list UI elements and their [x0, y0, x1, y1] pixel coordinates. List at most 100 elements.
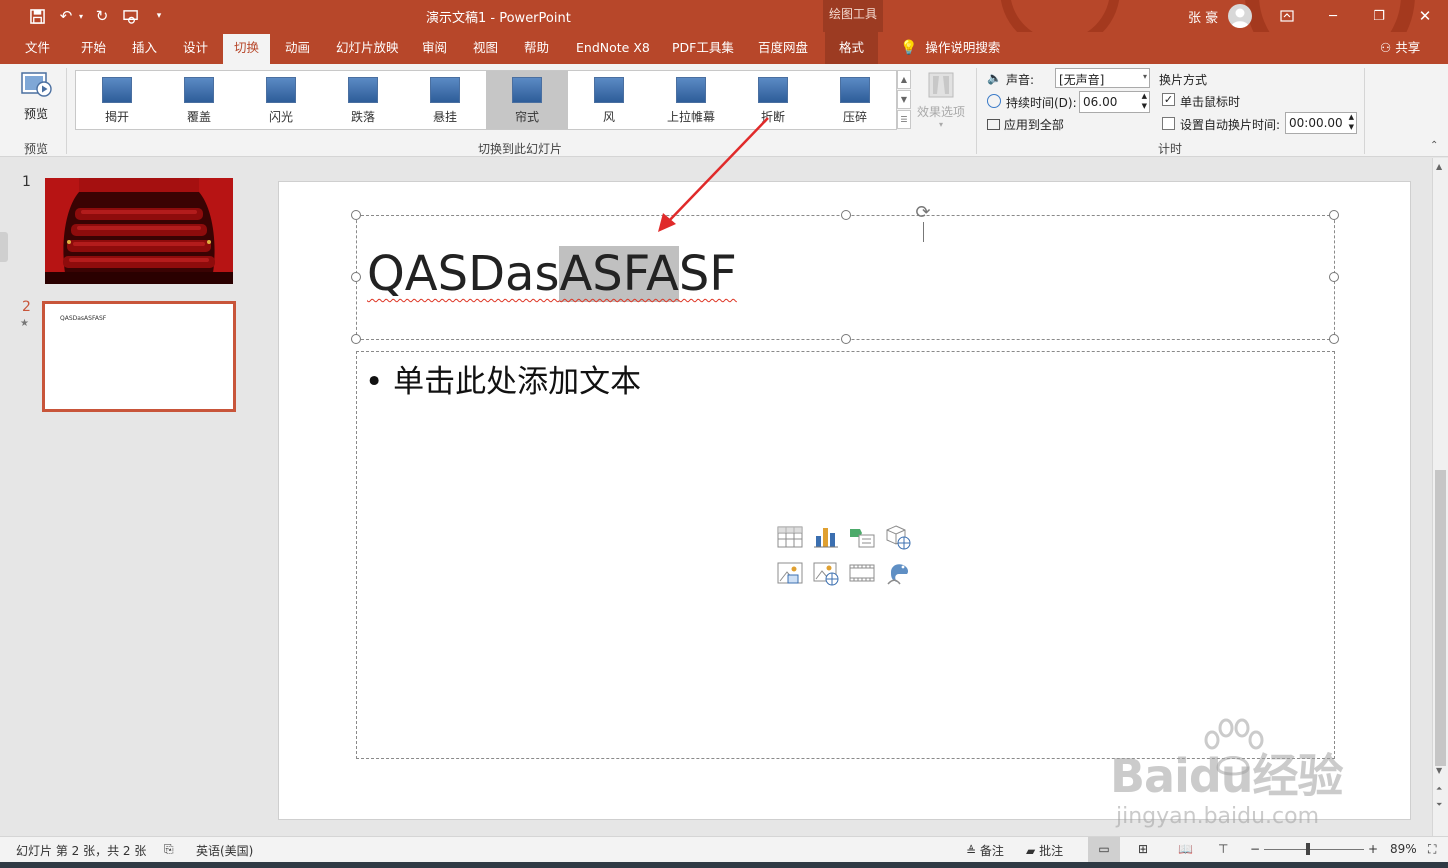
transition-effect[interactable]: 揭开	[76, 71, 158, 129]
zoom-slider[interactable]	[1264, 843, 1364, 855]
tab-baidu-netdisk[interactable]: 百度网盘	[758, 32, 808, 64]
resize-handle[interactable]	[351, 272, 361, 282]
slideshow-icon[interactable]: ⊤	[1218, 842, 1228, 856]
pane-splitter[interactable]	[0, 232, 8, 262]
content-placeholder[interactable]: • 单击此处添加文本	[356, 351, 1335, 759]
resize-handle[interactable]	[841, 210, 851, 220]
tab-slideshow[interactable]: 幻灯片放映	[336, 32, 399, 64]
tab-help[interactable]: 帮助	[524, 32, 549, 64]
on-click-checkbox[interactable]: ✓	[1162, 93, 1175, 106]
tab-home[interactable]: 开始	[81, 32, 106, 64]
notes-button[interactable]: ≜ 备注	[966, 842, 1004, 859]
insert-table-icon[interactable]	[777, 524, 803, 550]
previous-slide-icon[interactable]: ⏶	[1436, 784, 1442, 794]
gallery-scroll-down-icon[interactable]: ▼	[897, 90, 911, 109]
zoom-in-icon[interactable]: +	[1368, 842, 1378, 856]
resize-handle[interactable]	[1329, 210, 1339, 220]
redo-icon[interactable]: ↻	[92, 6, 112, 26]
resize-handle[interactable]	[841, 334, 851, 344]
duration-up-icon[interactable]: ▲	[1142, 92, 1147, 100]
restore-icon[interactable]: ❐	[1356, 0, 1402, 32]
language-indicator[interactable]: 英语(美国)	[196, 842, 253, 859]
avatar[interactable]	[1228, 4, 1252, 28]
after-checkbox[interactable]	[1162, 117, 1175, 130]
tab-pdf-tools[interactable]: PDF工具集	[672, 32, 734, 64]
sound-select[interactable]: [无声音] ▾	[1055, 68, 1150, 88]
transition-effect[interactable]: 风	[568, 71, 650, 129]
customize-qat-icon[interactable]: ▾	[152, 6, 166, 26]
after-down-icon[interactable]: ▼	[1349, 123, 1354, 131]
tab-view[interactable]: 视图	[473, 32, 498, 64]
insert-3d-model-icon[interactable]	[885, 524, 911, 550]
content-bullet[interactable]: • 单击此处添加文本	[365, 356, 641, 401]
tab-endnote[interactable]: EndNote X8	[576, 32, 650, 64]
tab-format[interactable]: 格式	[825, 32, 879, 64]
comments-button[interactable]: ▰ 批注	[1026, 842, 1063, 859]
undo-dropdown-icon[interactable]: ▾	[76, 6, 86, 26]
slide-sorter-icon[interactable]: ⊞	[1138, 842, 1148, 856]
zoom-out-icon[interactable]: −	[1250, 842, 1260, 856]
fit-slide-icon[interactable]: ⛶	[1428, 842, 1436, 857]
tell-me-search[interactable]: 💡 操作说明搜索	[900, 32, 1000, 64]
normal-view-button[interactable]: ▭	[1088, 837, 1120, 862]
scroll-down-icon[interactable]: ▼	[1436, 766, 1442, 775]
scroll-up-icon[interactable]: ▲	[1436, 162, 1442, 171]
close-icon[interactable]: ✕	[1402, 0, 1448, 32]
transition-effect[interactable]: 悬挂	[404, 71, 486, 129]
insert-online-picture-icon[interactable]	[813, 560, 839, 586]
resize-handle[interactable]	[351, 334, 361, 344]
gallery-more-icon[interactable]: ☰	[897, 110, 911, 129]
transition-effect[interactable]: 跌落	[322, 71, 404, 129]
scroll-thumb[interactable]	[1435, 470, 1446, 766]
transition-effect[interactable]: 压碎	[814, 71, 896, 129]
resize-handle[interactable]	[1329, 272, 1339, 282]
transition-effect[interactable]: 上拉帷幕	[650, 71, 732, 129]
insert-picture-icon[interactable]	[777, 560, 803, 586]
collapse-ribbon-icon[interactable]: ⌃	[1430, 140, 1438, 151]
gallery-scroll-up-icon[interactable]: ▲	[897, 70, 911, 89]
title-placeholder[interactable]: QASDasASFASF ⟳	[351, 204, 1339, 344]
vertical-scrollbar[interactable]: ▲ ▼ ⏶ ⏷	[1432, 158, 1448, 836]
duration-spinner[interactable]: 06.00 ▲ ▼	[1079, 91, 1150, 113]
tab-transitions[interactable]: 切换	[223, 34, 271, 64]
tab-insert[interactable]: 插入	[132, 32, 157, 64]
share-button[interactable]: ⚇ 共享	[1380, 32, 1420, 64]
insert-icons-icon[interactable]	[885, 560, 911, 586]
transition-effect-label: 风	[602, 110, 615, 124]
zoom-slider-thumb[interactable]	[1306, 843, 1310, 855]
preview-button[interactable]: 预览	[14, 68, 58, 128]
minimize-icon[interactable]: ─	[1310, 0, 1356, 32]
rotate-handle-icon[interactable]: ⟳	[913, 204, 933, 224]
apply-all-button[interactable]: 应用到全部	[987, 116, 1064, 134]
fracture-icon	[758, 77, 788, 103]
after-up-icon[interactable]: ▲	[1349, 113, 1354, 121]
ribbon-display-options-icon[interactable]	[1264, 0, 1310, 32]
resize-handle[interactable]	[351, 210, 361, 220]
insert-smartart-icon[interactable]	[849, 524, 875, 550]
transition-effect[interactable]: 帘式	[486, 71, 568, 129]
next-slide-icon[interactable]: ⏷	[1436, 800, 1442, 810]
tab-animations[interactable]: 动画	[285, 32, 310, 64]
after-spinner[interactable]: 00:00.00 ▲ ▼	[1285, 112, 1357, 134]
slide-thumbnail-1[interactable]	[45, 178, 233, 284]
insert-chart-icon[interactable]	[813, 524, 839, 550]
transition-effect[interactable]: 闪光	[240, 71, 322, 129]
tab-review[interactable]: 审阅	[422, 32, 447, 64]
duration-down-icon[interactable]: ▼	[1142, 102, 1147, 110]
slide-title-text[interactable]: QASDasASFASF	[367, 246, 737, 302]
start-from-beginning-icon[interactable]	[120, 6, 142, 26]
tab-file[interactable]: 文件	[25, 32, 50, 64]
tab-design[interactable]: 设计	[183, 32, 208, 64]
apply-all-label: 应用到全部	[1003, 118, 1064, 132]
transition-effect[interactable]: 折断	[732, 71, 814, 129]
slide-thumbnail-2[interactable]: QASDasASFASF	[42, 301, 236, 412]
reading-view-icon[interactable]: 📖	[1178, 842, 1193, 856]
spellcheck-icon[interactable]: ⎘	[164, 842, 174, 857]
undo-icon[interactable]: ↶	[56, 6, 76, 26]
resize-handle[interactable]	[1329, 334, 1339, 344]
save-icon[interactable]	[26, 6, 48, 26]
user-name[interactable]: 张 豪	[1188, 7, 1218, 26]
zoom-level[interactable]: 89%	[1390, 842, 1417, 856]
insert-video-icon[interactable]	[849, 560, 875, 586]
transition-effect[interactable]: 覆盖	[158, 71, 240, 129]
